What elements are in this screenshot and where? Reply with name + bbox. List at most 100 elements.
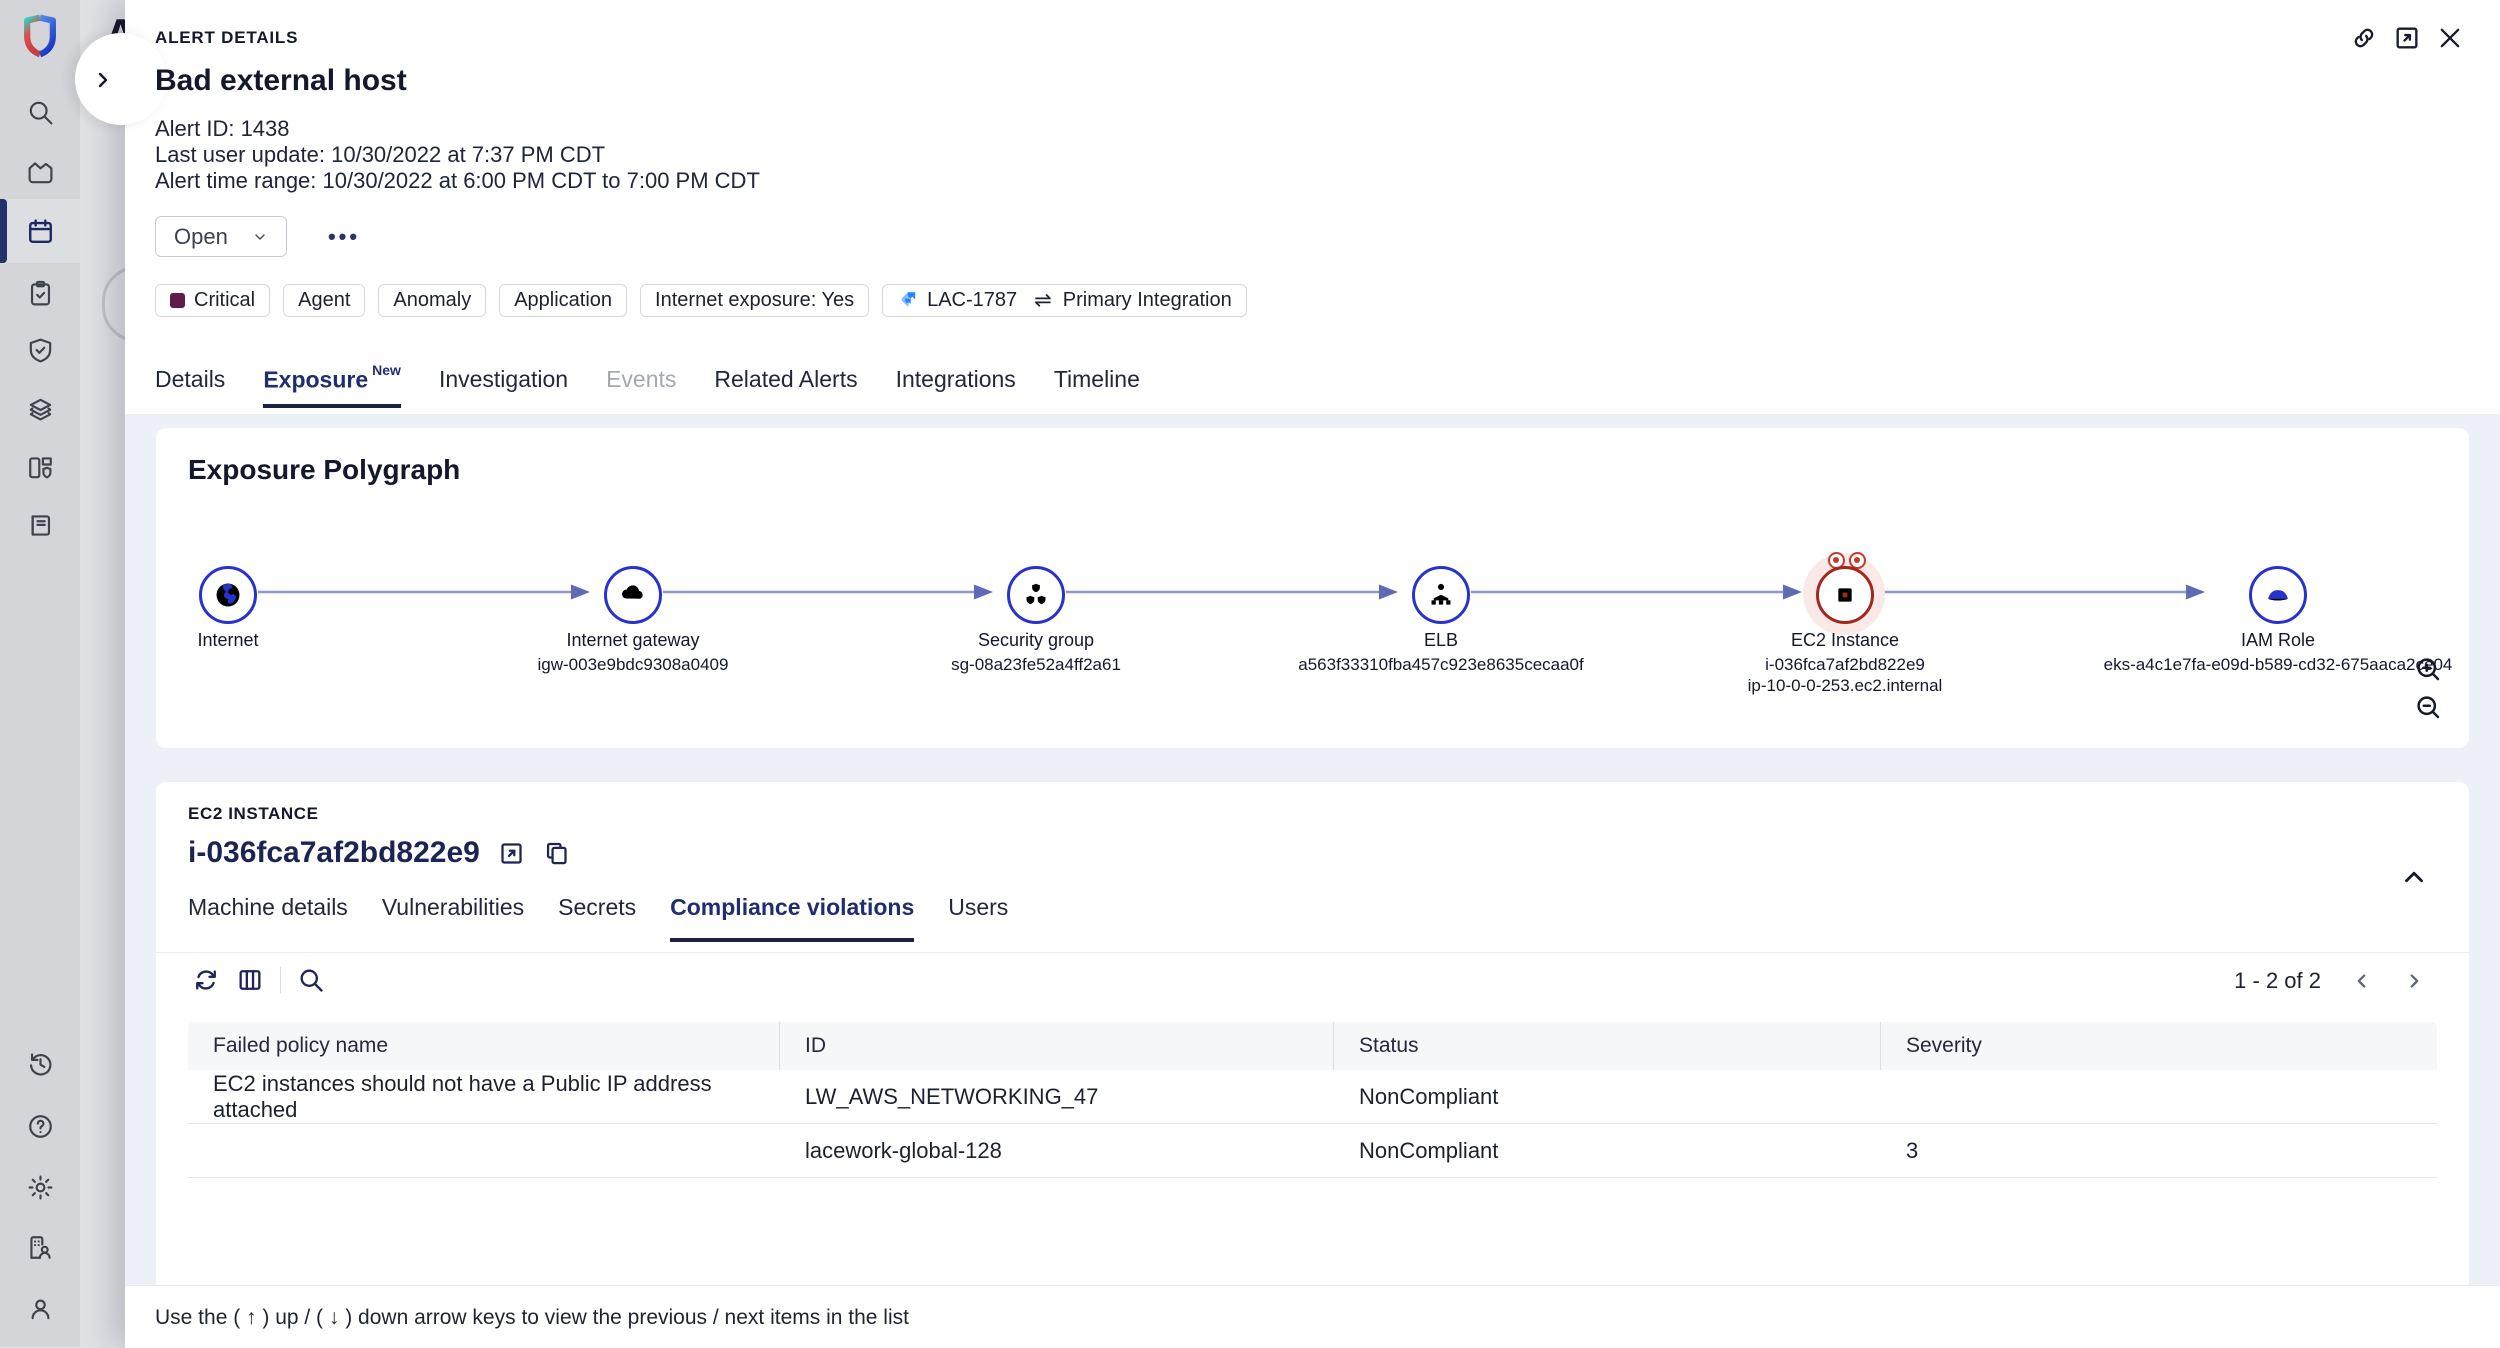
footer-bar: Use the ( ↑ ) up / ( ↓ ) down arrow keys… — [125, 1285, 2500, 1348]
columns-icon[interactable] — [236, 966, 264, 994]
column-header[interactable]: Severity — [1881, 1022, 2437, 1070]
iam-role-icon — [2249, 566, 2307, 624]
subtab-users[interactable]: Users — [948, 894, 1008, 942]
subtab-vulnerabilities[interactable]: Vulnerabilities — [382, 894, 524, 942]
status-dropdown[interactable]: Open — [155, 216, 287, 257]
table-header: Failed policy name ID Status Severity — [188, 1022, 2437, 1070]
polygraph-icon[interactable] — [18, 150, 62, 194]
copy-icon[interactable] — [543, 840, 570, 867]
tab-timeline[interactable]: Timeline — [1054, 366, 1140, 407]
polygraph-node-internet[interactable]: Internet — [58, 566, 398, 650]
page-next-icon[interactable] — [2403, 970, 2425, 992]
open-in-new-icon[interactable] — [2393, 24, 2421, 52]
tab-events: Events — [606, 366, 676, 407]
zoom-out-icon[interactable] — [2413, 692, 2443, 722]
history-icon[interactable] — [18, 1041, 62, 1085]
compliance-shield-icon[interactable] — [18, 328, 62, 372]
tag-critical[interactable]: Critical — [155, 284, 270, 317]
sidebar — [0, 0, 80, 1347]
severity-critical-icon — [170, 293, 185, 308]
polygraph-node-elb[interactable]: ELB a563f33310fba457c923e8635cecaa0f — [1271, 566, 1611, 675]
node-id: eks-a4c1e7fa-e09d-b589-cd32-675aaca2ce04 — [2048, 654, 2500, 675]
tab-exposure[interactable]: ExposureNew — [263, 366, 401, 408]
pagination: 1 - 2 of 2 — [2234, 968, 2425, 994]
status-label: Open — [174, 224, 228, 250]
column-header[interactable]: Failed policy name — [188, 1022, 780, 1070]
chevron-down-icon — [252, 229, 268, 245]
node-label: Security group — [866, 630, 1206, 650]
tab-integrations[interactable]: Integrations — [896, 366, 1016, 407]
table-row[interactable]: EC2 instances should not have a Public I… — [188, 1070, 2437, 1124]
policies-clipboard-icon[interactable] — [18, 271, 62, 315]
ec2-card-eyebrow: EC2 INSTANCE — [188, 804, 319, 824]
polygraph-node-internet-gateway[interactable]: Internet gateway igw-003e9bdc9308a0409 — [463, 566, 803, 675]
alert-id: Alert ID: 1438 — [155, 116, 760, 142]
subtab-machine-details[interactable]: Machine details — [188, 894, 348, 942]
close-icon[interactable] — [2436, 24, 2464, 52]
collapse-chevron-up-icon[interactable] — [2399, 862, 2429, 892]
polygraph-node-iam-role[interactable]: IAM Role eks-a4c1e7fa-e09d-b589-cd32-675… — [2048, 566, 2500, 675]
account-user-icon[interactable] — [18, 1286, 62, 1330]
table-toolbar — [192, 966, 325, 994]
alert-last-update: Last user update: 10/30/2022 at 7:37 PM … — [155, 142, 760, 168]
tag-anomaly[interactable]: Anomaly — [378, 284, 486, 317]
new-badge: New — [372, 362, 401, 378]
jira-icon — [897, 290, 918, 311]
sidebar-active-indicator — [0, 199, 7, 263]
subtab-divider — [156, 952, 2469, 953]
settings-gear-icon[interactable] — [18, 1165, 62, 1209]
organization-icon[interactable] — [18, 1225, 62, 1269]
tab-investigation[interactable]: Investigation — [439, 366, 568, 407]
node-label: ELB — [1271, 630, 1611, 650]
tab-related-alerts[interactable]: Related Alerts — [714, 366, 857, 407]
internet-globe-icon — [199, 566, 257, 624]
alert-title: Bad external host — [155, 64, 407, 98]
column-header[interactable]: ID — [780, 1022, 1334, 1070]
node-id: sg-08a23fe52a4ff2a61 — [866, 654, 1206, 675]
table-row[interactable]: lacework-global-128 NonCompliant 3 — [188, 1124, 2437, 1178]
external-link-icon[interactable] — [498, 840, 525, 867]
lacework-logo-icon[interactable] — [18, 14, 62, 58]
copy-link-icon[interactable] — [2350, 24, 2378, 52]
alert-tabs: Details ExposureNew Investigation Events… — [155, 366, 1140, 414]
alerts-calendar-icon[interactable] — [18, 209, 62, 253]
elb-icon — [1412, 566, 1470, 624]
chevron-right-icon[interactable] — [91, 68, 115, 92]
reports-book-icon[interactable] — [18, 503, 62, 547]
tag-agent[interactable]: Agent — [283, 284, 365, 317]
search-icon[interactable] — [18, 90, 62, 134]
subtab-compliance-violations[interactable]: Compliance violations — [670, 894, 914, 942]
keyboard-hint: Use the ( ↑ ) up / ( ↓ ) down arrow keys… — [155, 1306, 909, 1330]
tab-details[interactable]: Details — [155, 366, 225, 407]
resources-explorer-icon[interactable] — [18, 445, 62, 489]
node-id-secondary: ip-10-0-0-253.ec2.internal — [1675, 675, 2015, 696]
alert-time-range: Alert time range: 10/30/2022 at 6:00 PM … — [155, 168, 760, 194]
polygraph-heading: Exposure Polygraph — [188, 454, 460, 486]
exposure-polygraph-card: Exposure Polygraph — [156, 428, 2469, 748]
workloads-layers-icon[interactable] — [18, 387, 62, 431]
help-icon[interactable] — [18, 1104, 62, 1148]
node-id: igw-003e9bdc9308a0409 — [463, 654, 803, 675]
polygraph-node-ec2-instance[interactable]: EC2 Instance i-036fca7af2bd822e9 ip-10-0… — [1675, 566, 2015, 696]
drawer-actions — [2350, 24, 2464, 52]
alert-meta: Alert ID: 1438 Last user update: 10/30/2… — [155, 116, 760, 194]
node-label: EC2 Instance — [1675, 630, 2015, 650]
more-options-button[interactable]: ••• — [321, 216, 367, 257]
security-group-icon — [1007, 566, 1065, 624]
drawer-collapse-notch[interactable] — [75, 33, 167, 125]
refresh-icon[interactable] — [192, 966, 220, 994]
tag-application[interactable]: Application — [499, 284, 627, 317]
table-search-icon[interactable] — [297, 966, 325, 994]
column-header[interactable]: Status — [1334, 1022, 1881, 1070]
exposure-tab-content: Exposure Polygraph — [125, 414, 2500, 1347]
tag-jira-integration[interactable]: LAC-1787 ⇌ Primary Integration — [882, 284, 1247, 317]
tag-internet-exposure[interactable]: Internet exposure: Yes — [640, 284, 869, 317]
subtab-secrets[interactable]: Secrets — [558, 894, 636, 942]
toolbar-divider — [280, 967, 281, 993]
node-id: i-036fca7af2bd822e9 — [1675, 654, 2015, 675]
page-prev-icon[interactable] — [2351, 970, 2373, 992]
jira-key: LAC-1787 — [927, 289, 1017, 312]
node-label: IAM Role — [2048, 630, 2500, 650]
ec2-subtabs: Machine details Vulnerabilities Secrets … — [188, 894, 1008, 942]
polygraph-node-security-group[interactable]: Security group sg-08a23fe52a4ff2a61 — [866, 566, 1206, 675]
